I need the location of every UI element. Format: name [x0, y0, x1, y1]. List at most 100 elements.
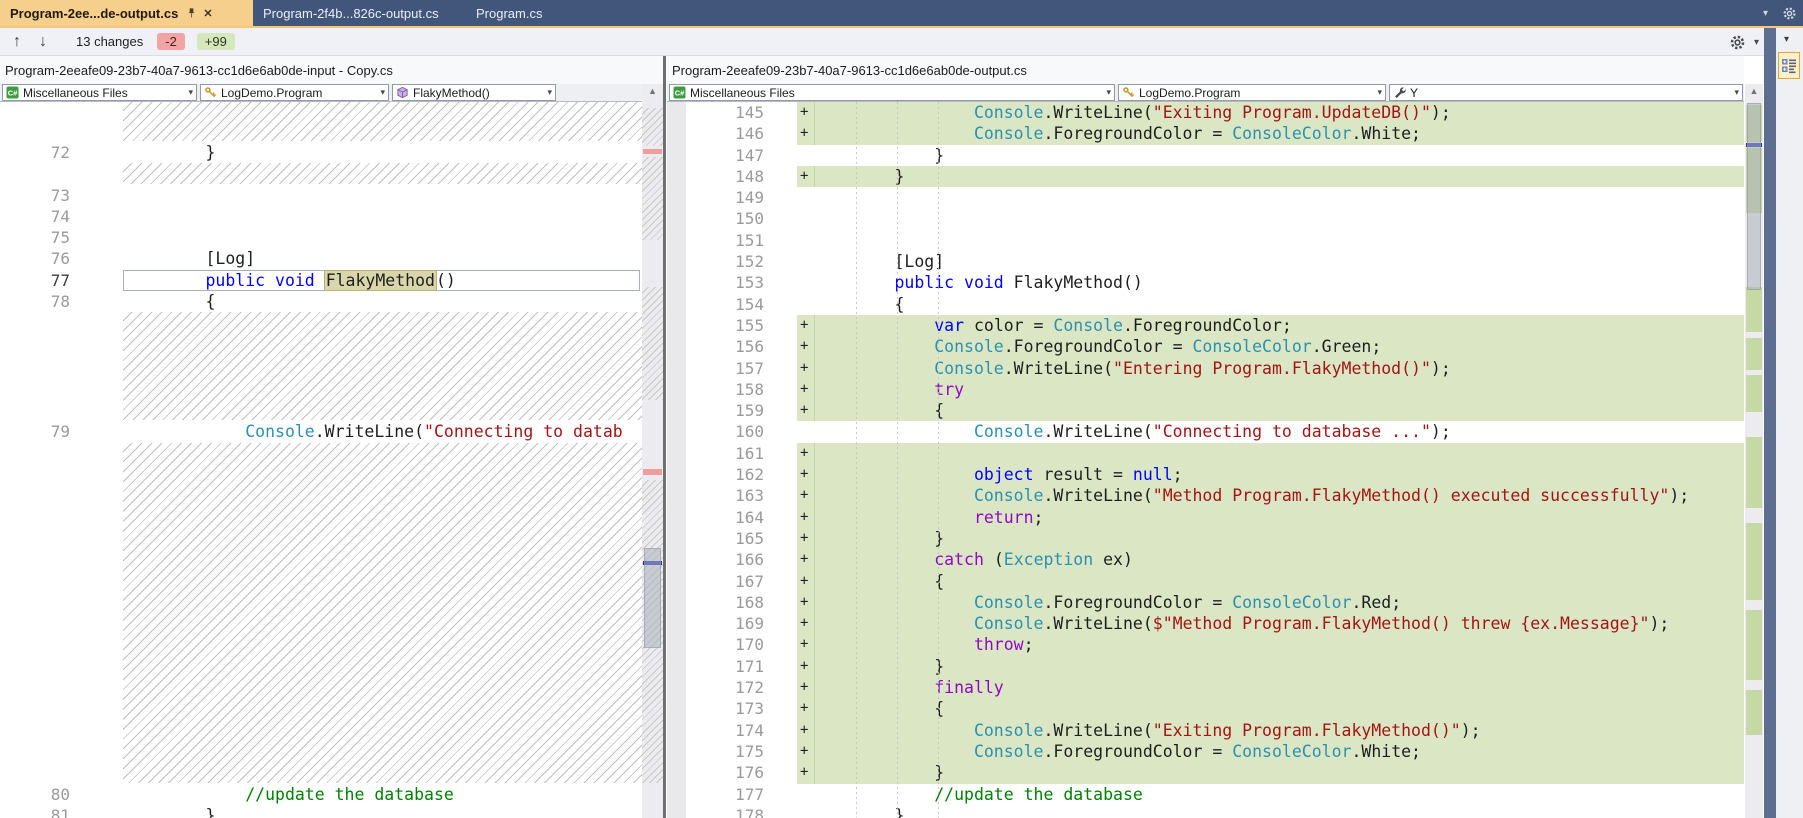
right-type-dropdown[interactable]: LogDemo.Program ▾ [1118, 84, 1386, 101]
code-text: Console.WriteLine("Method Program.FlakyM… [815, 485, 1689, 506]
code-line[interactable]: 149 [667, 187, 1744, 208]
diff-added-line[interactable]: +161 [667, 443, 1744, 464]
diff-added-line[interactable]: +156 Console.ForegroundColor = ConsoleCo… [667, 336, 1744, 357]
chevron-down-icon: ▾ [1377, 87, 1382, 98]
added-line-plus-glyph: + [800, 464, 808, 485]
diff-added-line[interactable]: +146 Console.ForegroundColor = ConsoleCo… [667, 123, 1744, 144]
code-line[interactable]: 79 Console.WriteLine("Connecting to data… [0, 421, 642, 442]
diff-added-line[interactable]: +173 { [667, 698, 1744, 719]
left-editor-pane[interactable]: 72 } 73747576 [Log]77 public void FlakyMe… [0, 102, 642, 818]
left-type-dropdown[interactable]: LogDemo.Program ▾ [200, 84, 389, 101]
overview-added-mark [1746, 338, 1762, 370]
left-project-dropdown[interactable]: C# Miscellaneous Files ▾ [2, 84, 197, 101]
added-line-plus-glyph: + [800, 166, 808, 187]
next-change-button[interactable]: ↓ [30, 33, 56, 51]
diff-added-line[interactable]: +174 Console.WriteLine("Exiting Program.… [667, 720, 1744, 741]
code-text: } [815, 805, 904, 818]
code-line[interactable]: 178 } [667, 805, 1744, 818]
right-project-dropdown[interactable]: C# Miscellaneous Files ▾ [669, 84, 1115, 101]
diff-added-line[interactable]: +145 Console.WriteLine("Exiting Program.… [667, 102, 1744, 123]
overview-added-mark [1746, 690, 1762, 735]
code-text: { [815, 571, 944, 592]
pin-icon[interactable] [186, 7, 197, 19]
code-line[interactable]: 77 public void FlakyMethod() [0, 270, 642, 291]
tab-list-chevron-icon[interactable]: ▾ [1763, 8, 1768, 19]
code-line[interactable]: 80 //update the database [0, 784, 642, 805]
diff-added-line[interactable]: +155 var color = Console.ForegroundColor… [667, 315, 1744, 336]
code-line[interactable]: 147 } [667, 145, 1744, 166]
diff-added-line[interactable]: +176 } [667, 762, 1744, 783]
code-line[interactable]: 73 [0, 185, 642, 206]
line-number: 166 [707, 549, 764, 570]
code-line[interactable]: 160 Console.WriteLine("Connecting to dat… [667, 421, 1744, 442]
code-line[interactable]: 75 [0, 227, 642, 248]
overview-removed-mark [643, 469, 662, 475]
scroll-up-arrow-icon[interactable]: ▲ [642, 86, 663, 96]
code-line[interactable]: 81 } [0, 805, 642, 818]
diff-added-line[interactable]: +165 } [667, 528, 1744, 549]
line-number: 162 [707, 464, 764, 485]
diff-added-line[interactable]: +172 finally [667, 677, 1744, 698]
left-editor-scrollbar[interactable]: ▲ [642, 84, 663, 818]
code-line[interactable]: 74 [0, 206, 642, 227]
code-line[interactable]: 76 [Log] [0, 248, 642, 269]
left-navigation-bar: C# Miscellaneous Files ▾ LogDemo.Program… [0, 84, 663, 102]
code-line[interactable]: 151 [667, 230, 1744, 251]
inline-diff-toggle-button[interactable] [1778, 52, 1800, 79]
svg-text:C#: C# [8, 89, 18, 98]
diff-settings-gear-icon[interactable] [1729, 34, 1746, 51]
collapsed-region-hatch[interactable] [0, 102, 642, 142]
diff-added-line[interactable]: +164 return; [667, 507, 1744, 528]
code-line[interactable]: 152 [Log] [667, 251, 1744, 272]
tab-program-2ee-output[interactable]: Program-2ee...de-output.cs ✕ [0, 0, 253, 26]
right-editor-scrollbar[interactable]: ▲ [1745, 84, 1763, 818]
scrollbar-thumb[interactable] [644, 548, 661, 648]
code-line[interactable]: 177 //update the database [667, 784, 1744, 805]
pane-divider[interactable] [663, 56, 666, 818]
collapsed-region-hatch[interactable] [0, 163, 642, 184]
left-member-dropdown[interactable]: FlakyMethod() ▾ [392, 84, 556, 101]
diff-added-line[interactable]: +148 } [667, 166, 1744, 187]
code-text: throw; [815, 634, 1034, 655]
diff-added-line[interactable]: +163 Console.WriteLine("Method Program.F… [667, 485, 1744, 506]
collapsed-region-hatch[interactable] [0, 312, 642, 421]
tab-program-2f4b-output[interactable]: Program-2f4b...826c-output.cs [253, 0, 466, 26]
code-line[interactable]: 72 } [0, 142, 642, 163]
previous-change-button[interactable]: ↑ [4, 33, 30, 51]
close-icon[interactable]: ✕ [203, 7, 212, 20]
added-line-plus-glyph: + [800, 400, 808, 421]
csharp-file-icon: C# [673, 86, 686, 99]
tabbar-gear-icon[interactable] [1782, 6, 1797, 21]
diff-added-line[interactable]: +159 { [667, 400, 1744, 421]
overview-added-mark [1746, 523, 1762, 600]
code-text: Console.WriteLine("Connecting to datab [126, 421, 623, 442]
code-line[interactable]: 153 public void FlakyMethod() [667, 272, 1744, 293]
added-line-plus-glyph: + [800, 634, 808, 655]
chevron-down-icon: ▾ [188, 87, 193, 98]
settings-chevron-icon[interactable]: ▾ [1754, 37, 1759, 48]
diff-added-line[interactable]: +168 Console.ForegroundColor = ConsoleCo… [667, 592, 1744, 613]
code-text: Console.WriteLine("Connecting to databas… [815, 421, 1451, 442]
diff-added-line[interactable]: +170 throw; [667, 634, 1744, 655]
diff-added-line[interactable]: +166 catch (Exception ex) [667, 549, 1744, 570]
right-editor-pane[interactable]: +145 Console.WriteLine("Exiting Program.… [667, 102, 1744, 818]
diff-added-line[interactable]: +175 Console.ForegroundColor = ConsoleCo… [667, 741, 1744, 762]
tab-program-cs[interactable]: Program.cs [466, 0, 601, 26]
diff-added-line[interactable]: +157 Console.WriteLine("Entering Program… [667, 358, 1744, 379]
scroll-up-arrow-icon[interactable]: ▲ [1745, 86, 1763, 96]
side-toolbar-chevron-icon[interactable]: ▾ [1784, 34, 1789, 45]
csharp-file-icon: C# [6, 86, 19, 99]
right-member-dropdown[interactable]: Y ▾ [1389, 84, 1743, 101]
diff-added-line[interactable]: +162 object result = null; [667, 464, 1744, 485]
code-line[interactable]: 78 { [0, 291, 642, 312]
diff-added-line[interactable]: +158 try [667, 379, 1744, 400]
code-line[interactable]: 150 [667, 208, 1744, 229]
highlighted-symbol: FlakyMethod [324, 270, 437, 291]
collapsed-region-hatch[interactable] [0, 443, 642, 784]
scrollbar-thumb[interactable] [1747, 103, 1761, 290]
code-line[interactable]: 154 { [667, 294, 1744, 315]
wrench-icon [1393, 86, 1406, 99]
diff-added-line[interactable]: +169 Console.WriteLine($"Method Program.… [667, 613, 1744, 634]
diff-added-line[interactable]: +167 { [667, 571, 1744, 592]
diff-added-line[interactable]: +171 } [667, 656, 1744, 677]
